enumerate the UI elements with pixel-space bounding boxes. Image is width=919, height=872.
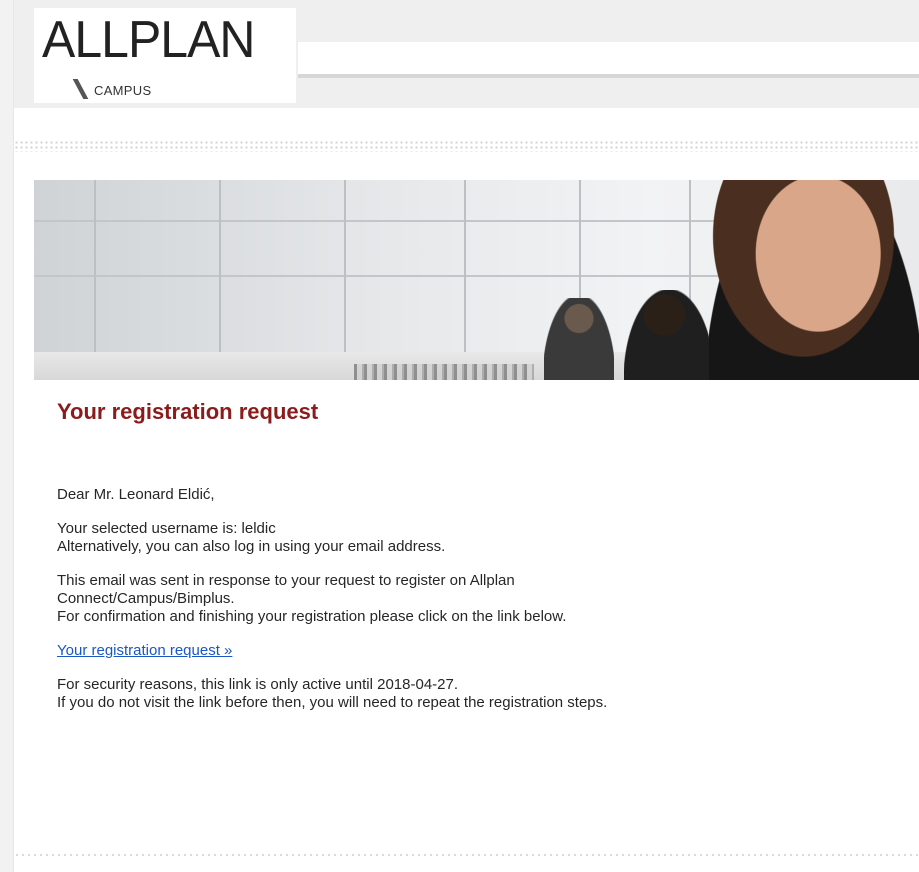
logo-slash-mark	[72, 79, 89, 99]
desk-items	[354, 364, 534, 380]
registration-request-link[interactable]: Your registration request »	[57, 642, 232, 659]
alt-login-line: Alternatively, you can also log in using…	[57, 538, 446, 555]
repeat-line: If you do not visit the link before then…	[57, 694, 608, 711]
confirm-line: For confirmation and finishing your regi…	[57, 608, 567, 625]
logo-wordmark: ALLPLAN	[42, 11, 255, 69]
link-paragraph: Your registration request »	[57, 642, 897, 660]
smiling-woman	[709, 180, 919, 380]
window-frame-post	[344, 180, 346, 355]
security-line: For security reasons, this link is only …	[57, 676, 459, 693]
username-line: Your selected username is: leldic	[57, 520, 276, 537]
left-border	[0, 0, 14, 872]
dotted-divider-bottom	[14, 852, 919, 860]
response-line-1: This email was sent in response to your …	[57, 572, 515, 589]
email-body: Dear Mr. Leonard Eldić, Your selected us…	[57, 486, 897, 712]
response-line-2: Connect/Campus/Bimplus.	[57, 590, 235, 607]
email-page: ALLPLAN CAMPUS Your registration request…	[0, 0, 919, 872]
response-paragraph: This email was sent in response to your …	[57, 572, 897, 626]
header-bar	[298, 42, 919, 78]
greeting: Dear Mr. Leonard Eldić,	[57, 486, 215, 503]
person-background	[624, 290, 714, 380]
hero-banner-image	[34, 180, 919, 380]
username-paragraph: Your selected username is: leldic Altern…	[57, 520, 897, 556]
email-content: Your registration request Dear Mr. Leona…	[57, 398, 897, 728]
security-paragraph: For security reasons, this link is only …	[57, 676, 897, 712]
dotted-divider-top	[14, 140, 919, 152]
window-frame-post	[219, 180, 221, 355]
email-headline: Your registration request	[57, 399, 319, 424]
person-on-phone	[544, 298, 614, 380]
window-frame-post	[464, 180, 466, 355]
window-frame-line	[34, 220, 734, 222]
allplan-campus-logo: ALLPLAN CAMPUS	[34, 8, 296, 103]
window-frame-line	[34, 275, 734, 277]
logo-subtitle: CAMPUS	[94, 83, 152, 98]
window-frame-post	[94, 180, 96, 355]
